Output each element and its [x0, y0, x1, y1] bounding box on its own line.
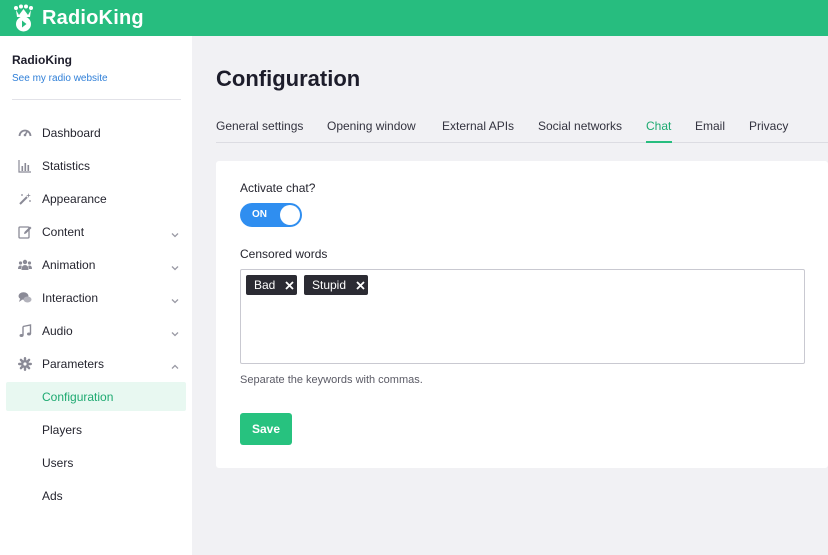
toggle-knob — [280, 205, 300, 225]
chat-settings-card: Activate chat? ON Censored words Bad Stu… — [216, 161, 828, 468]
tab-privacy[interactable]: Privacy — [749, 119, 788, 133]
top-bar: RadioKing — [0, 0, 828, 36]
activate-chat-label: Activate chat? — [240, 181, 316, 195]
tag-label: Stupid — [312, 278, 347, 292]
sidebar-divider — [12, 99, 181, 100]
edit-icon — [18, 225, 32, 239]
sidebar-item-appearance[interactable]: Appearance — [6, 184, 186, 213]
music-note-icon — [18, 323, 32, 338]
tab-opening-window[interactable]: Opening window — [327, 119, 416, 133]
crown-radio-icon[interactable] — [12, 4, 38, 32]
censored-word-tag: Bad — [246, 275, 298, 295]
sidebar-item-content[interactable]: Content — [6, 217, 186, 246]
tab-bar: General settings Opening window External… — [216, 110, 828, 143]
tab-external-apis[interactable]: External APIs — [442, 119, 514, 133]
censored-words-hint: Separate the keywords with commas. — [240, 374, 423, 386]
tab-social-networks[interactable]: Social networks — [538, 119, 622, 133]
radio-name: RadioKing — [12, 53, 72, 67]
tab-general-settings[interactable]: General settings — [216, 119, 303, 133]
chevron-down-icon — [170, 260, 180, 270]
see-radio-website-link[interactable]: See my radio website — [12, 73, 108, 84]
sidebar: RadioKing See my radio website Dashboard… — [0, 36, 192, 555]
magic-wand-icon — [18, 192, 32, 206]
sidebar-subitem-users[interactable]: Users — [6, 448, 186, 477]
censored-words-label: Censored words — [240, 247, 328, 261]
sidebar-item-label: Content — [42, 224, 85, 239]
remove-tag-icon[interactable] — [281, 275, 297, 295]
sidebar-item-label: Interaction — [42, 290, 99, 305]
sidebar-item-label: Animation — [42, 257, 96, 272]
censored-word-tag: Stupid — [304, 275, 369, 295]
sidebar-item-audio[interactable]: Audio — [6, 316, 186, 345]
sidebar-item-label: Dashboard — [42, 125, 101, 140]
sidebar-subitem-configuration[interactable]: Configuration — [6, 382, 186, 411]
page-title: Configuration — [216, 66, 361, 91]
chevron-down-icon — [170, 326, 180, 336]
sidebar-item-label: Appearance — [42, 191, 107, 206]
tab-chat[interactable]: Chat — [646, 119, 671, 133]
toggle-state-text: ON — [252, 209, 267, 220]
sidebar-item-dashboard[interactable]: Dashboard — [6, 118, 186, 147]
remove-tag-icon[interactable] — [352, 275, 368, 295]
chevron-up-icon — [170, 359, 180, 369]
tab-email[interactable]: Email — [695, 119, 725, 133]
sidebar-subitem-ads[interactable]: Ads — [6, 481, 186, 510]
dashboard-icon — [18, 126, 32, 140]
active-tab-indicator — [646, 141, 672, 143]
sidebar-item-label: Statistics — [42, 158, 91, 173]
sidebar-item-label: Configuration — [42, 389, 114, 404]
gear-icon — [18, 356, 32, 371]
sidebar-item-interaction[interactable]: Interaction — [6, 283, 186, 312]
sidebar-subitem-players[interactable]: Players — [6, 415, 186, 444]
sidebar-item-statistics[interactable]: Statistics — [6, 151, 186, 180]
activate-chat-toggle[interactable]: ON — [240, 203, 302, 227]
sidebar-item-label: Parameters — [42, 356, 105, 371]
tag-label: Bad — [254, 278, 276, 292]
sidebar-item-animation[interactable]: Animation — [6, 250, 186, 279]
sidebar-item-label: Players — [42, 422, 83, 437]
chevron-down-icon — [170, 227, 180, 237]
users-icon — [18, 258, 32, 272]
censored-words-input[interactable]: Bad Stupid — [240, 269, 805, 364]
chevron-down-icon — [170, 293, 180, 303]
chat-icon — [18, 291, 32, 305]
sidebar-item-label: Ads — [42, 488, 63, 503]
bar-chart-icon — [18, 159, 32, 173]
app-name[interactable]: RadioKing — [42, 7, 144, 30]
save-button[interactable]: Save — [240, 413, 292, 445]
sidebar-item-parameters[interactable]: Parameters — [6, 349, 186, 378]
sidebar-item-label: Audio — [42, 323, 73, 338]
sidebar-item-label: Users — [42, 455, 74, 470]
